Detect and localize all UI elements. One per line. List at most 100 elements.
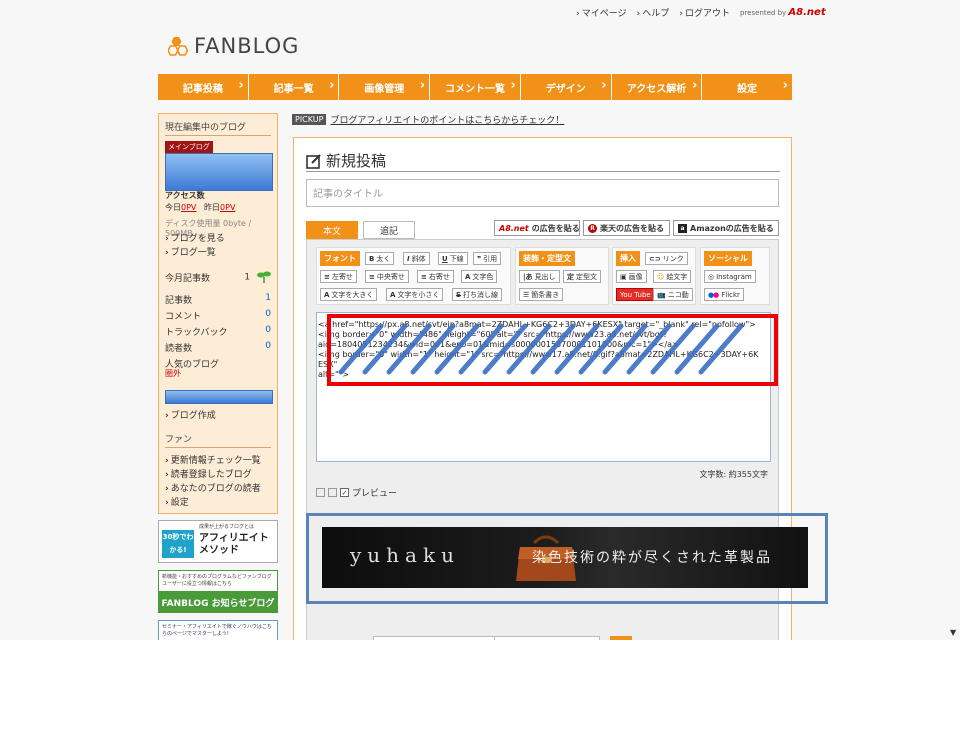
amazon-icon: a [678, 223, 687, 233]
a8-logo[interactable]: A8.net [788, 7, 825, 18]
month-posts: 今月記事数 1 [165, 271, 271, 284]
access-label: アクセス数 [165, 191, 205, 200]
align-right-button[interactable]: ≡ 右寄せ [417, 270, 454, 283]
logo-text: FANBLOG [194, 34, 300, 58]
highlight-red-box [327, 314, 778, 386]
rakuten-ad-button[interactable]: R 楽天の広告を貼る [583, 220, 670, 236]
screenshot-area: マイページ ヘルプ ログアウト presented by A8.net FANB… [0, 0, 960, 640]
presented-by: presented by A8.net [740, 6, 826, 18]
preview-label: プレビュー [352, 489, 398, 499]
align-center-button[interactable]: ≡ 中央寄せ [365, 270, 409, 283]
pickup-bar: PICKUP ブログアフィリエイトのポイントはこちらからチェック！ [292, 113, 564, 126]
fanblog-news-banner[interactable]: 新機能・おすすめのプログラムなどファンブログユーザーに役立つ情報はこちら FAN… [158, 570, 278, 613]
font-color-button[interactable]: A 文字色 [461, 270, 498, 283]
underline-button[interactable]: U 下線 [438, 252, 468, 265]
link-button[interactable]: ⊂⊃ リンク [645, 252, 688, 265]
font-smaller-button[interactable]: A 文字を小さく [386, 288, 444, 301]
title-input[interactable]: 記事のタイトル [306, 179, 779, 207]
date-select[interactable] [494, 636, 600, 640]
create-blog-link[interactable]: ブログ作成 [165, 408, 271, 421]
heading-button[interactable]: |あ 見出し [519, 270, 560, 283]
scroll-down-icon[interactable]: ▼ [950, 628, 956, 637]
page-title: 新規投稿 [306, 150, 780, 172]
strike-button[interactable]: S 打ち消し線 [452, 288, 503, 301]
tab-body[interactable]: 本文 [306, 221, 358, 239]
italic-button[interactable]: I 斜体 [403, 252, 430, 265]
yuhaku-ad-banner[interactable]: yuhaku 染色技術の粋が尽くされた革製品 [322, 527, 808, 588]
youtube-button[interactable]: You Tube [616, 288, 655, 301]
niconico-button[interactable]: 📺 ニコ動 [653, 288, 693, 301]
stat-row: トラックバック 0 [165, 325, 271, 338]
view-blog-link[interactable]: ブログを見る [165, 231, 271, 244]
access-counts: 今日0PV 昨日0PV [165, 203, 236, 212]
preview-checkbox[interactable]: ✓ [340, 488, 349, 497]
a8-ad-button[interactable]: A8.net の広告を貼る [494, 220, 580, 236]
top-links: マイページ ヘルプ ログアウト presented by A8.net [576, 6, 826, 19]
collapse-button[interactable] [316, 488, 325, 497]
30sec-badge: 30秒でわかる! [162, 530, 194, 558]
nav-tab-analytics[interactable]: アクセス解析 [611, 74, 702, 100]
sidebar: 現在編集中のブログ メインブログ アクセス数 今日0PV 昨日0PV ディスク使… [158, 113, 278, 514]
main-nav: 記事投稿 記事一覧 画像管理 コメント一覧 デザイン アクセス解析 設定 [158, 74, 793, 100]
a8-logo: A8.net [499, 223, 529, 233]
sidebar-editing-heading: 現在編集中のブログ [165, 120, 271, 136]
bullets-button[interactable]: ☰ 箇条書き [519, 288, 564, 301]
nav-tab-images[interactable]: 画像管理 [339, 74, 430, 100]
stat-row: 読者数 0 [165, 341, 271, 354]
stat-row: コメント 0 [165, 309, 271, 322]
font-bigger-button[interactable]: A 文字を大きく [320, 288, 378, 301]
quote-button[interactable]: ❞ 引用 [473, 252, 502, 265]
blog-list-link[interactable]: ブログ一覧 [165, 245, 271, 258]
pickup-link[interactable]: ブログアフィリエイトのポイントはこちらからチェック！ [330, 113, 564, 126]
edit-icon [306, 153, 321, 169]
nav-tab-list[interactable]: 記事一覧 [248, 74, 339, 100]
help-link[interactable]: ヘルプ [637, 6, 669, 19]
mypage-link[interactable]: マイページ [576, 6, 627, 19]
yesterday-pv[interactable]: 0PV [220, 203, 235, 212]
fanblog-logo[interactable]: FANBLOG [168, 33, 299, 59]
flickr-button[interactable]: ● ● Flickr [704, 288, 744, 301]
nav-tab-settings[interactable]: 設定 [702, 74, 793, 100]
emoji-button[interactable]: ☺ 絵文字 [653, 270, 692, 283]
popular-rank: 圏外 [165, 369, 181, 378]
template-button[interactable]: 定定型文 [563, 270, 601, 283]
fan-link-updates[interactable]: 更新情報チェック一覧 [165, 453, 271, 466]
honeycomb-icon [168, 37, 189, 56]
fan-heading: ファン [165, 432, 271, 448]
fan-link-readers[interactable]: あなたのブログの読者 [165, 481, 271, 494]
expand-button[interactable] [328, 488, 337, 497]
toolbar-insert-heading: 挿入 [616, 251, 640, 266]
blog-name-box[interactable] [165, 153, 273, 191]
pickup-tag: PICKUP [292, 114, 327, 125]
nav-tab-design[interactable]: デザイン [520, 74, 611, 100]
amazon-ad-button[interactable]: a Amazonの広告を貼る [673, 220, 779, 236]
main-blog-badge: メインブログ [165, 141, 213, 153]
sprout-icon [257, 271, 271, 283]
toolbar-insert-group: 挿入 ⊂⊃ リンク ▣ 画像 ☺ 絵文字 You Tube 📺 ニコ動 [612, 247, 696, 305]
nav-tab-post[interactable]: 記事投稿 [158, 74, 248, 100]
affiliate-method-banner[interactable]: 成果が上がるブログとは 30秒でわかる! アフィリエイトメソッド [158, 520, 278, 563]
toolbar-decor-group: 装飾・定型文 |あ 見出し 定定型文 ☰ 箇条書き [515, 247, 609, 305]
toolbar-social-heading: ソーシャル [704, 251, 752, 266]
create-blog-bar[interactable] [165, 390, 273, 404]
rakuten-icon: R [588, 223, 597, 233]
tab-extra[interactable]: 追記 [363, 221, 415, 239]
fan-link-subscribed[interactable]: 読者登録したブログ [165, 467, 271, 480]
post-button[interactable] [610, 636, 632, 640]
ad-copy: 染色技術の粋が尽くされた革製品 [532, 550, 772, 566]
char-counter: 文字数: 約355文字 [699, 470, 768, 479]
logout-link[interactable]: ログアウト [679, 6, 730, 19]
instagram-button[interactable]: ◎ Instagram [704, 270, 756, 283]
toolbar-font-heading: フォント [320, 251, 360, 266]
category-select[interactable] [373, 636, 503, 640]
seminar-banner[interactable]: セミナー・アフィリエイトで稼ぐノウハウはこちらのページでマスターしよう! [158, 620, 278, 640]
bold-button[interactable]: B 太く [365, 252, 395, 265]
ad-brand: yuhaku [350, 543, 460, 567]
nav-tab-comments[interactable]: コメント一覧 [430, 74, 520, 100]
today-pv[interactable]: 0PV [181, 203, 196, 212]
align-left-button[interactable]: ≡ 左寄せ [320, 270, 357, 283]
fan-link-settings[interactable]: 設定 [165, 495, 271, 508]
stat-row: 記事数 1 [165, 293, 271, 306]
image-button[interactable]: ▣ 画像 [616, 270, 647, 283]
preview-row: ✓ プレビュー [316, 486, 397, 499]
